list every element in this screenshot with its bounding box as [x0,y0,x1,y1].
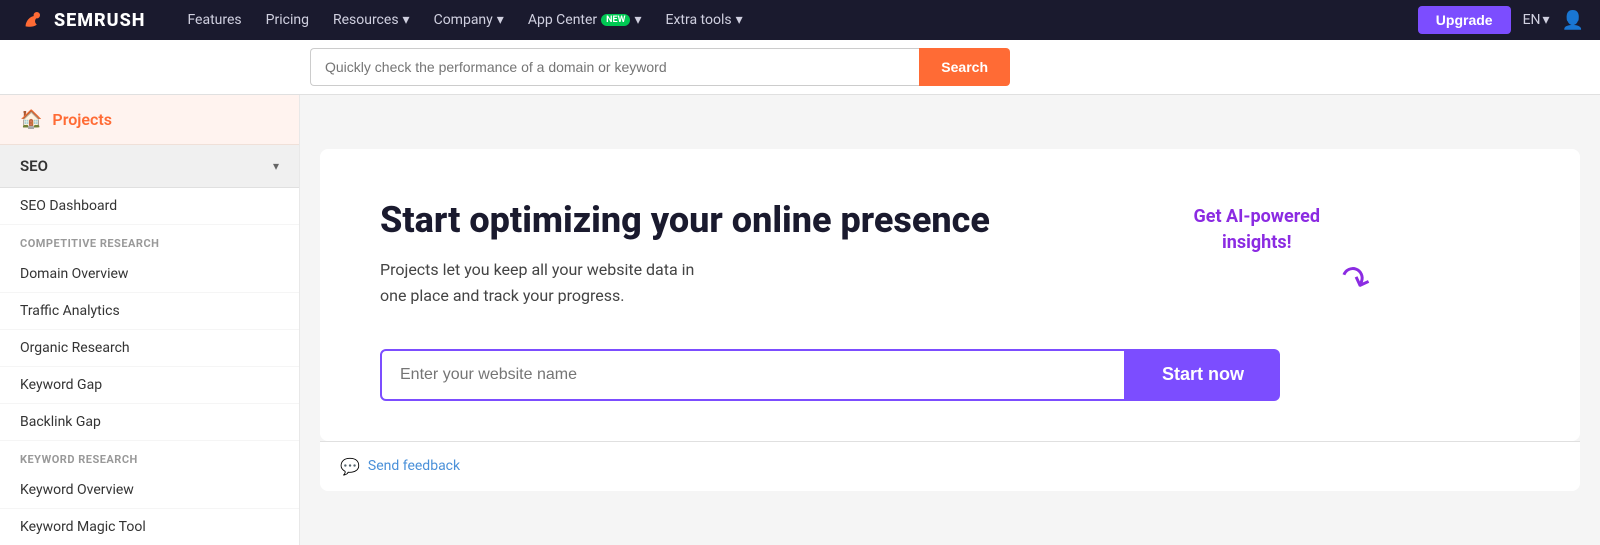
hero-title: Start optimizing your online presence [380,199,1520,241]
sidebar-item-domain-overview[interactable]: Domain Overview [0,256,299,293]
keyword-research-section: KEYWORD RESEARCH [0,441,299,472]
ai-badge: Get AI-powered insights! [1193,204,1320,254]
sidebar-item-backlink-gap[interactable]: Backlink Gap [0,404,299,441]
nav-app-center[interactable]: App Center new ▾ [518,8,652,32]
feedback-icon: 💬 [340,457,360,476]
main-layout: 🏠 Projects SEO ▾ SEO Dashboard COMPETITI… [0,95,1600,545]
hero-input-row: Start now [380,349,1280,401]
hero-description: Projects let you keep all your website d… [380,257,780,308]
nav-features[interactable]: Features [177,8,251,32]
sidebar-seo[interactable]: SEO ▾ [0,145,299,188]
sidebar: 🏠 Projects SEO ▾ SEO Dashboard COMPETITI… [0,95,300,545]
main-content: Start optimizing your online presence Pr… [300,95,1600,545]
search-container: Search [310,48,1010,86]
user-menu-icon[interactable]: 👤 [1562,10,1584,31]
website-input[interactable] [380,349,1126,401]
competitive-research-section: COMPETITIVE RESEARCH [0,225,299,256]
search-button[interactable]: Search [919,48,1010,86]
hero-card: Start optimizing your online presence Pr… [320,149,1580,440]
new-badge: new [601,14,630,26]
feedback-bar: 💬 Send feedback [320,441,1580,491]
sidebar-item-keyword-magic-tool[interactable]: Keyword Magic Tool [0,509,299,545]
ai-arrow-icon: ↷ [1334,256,1377,306]
search-row: Search [0,40,1600,95]
nav-company[interactable]: Company ▾ [424,8,514,32]
nav-pricing[interactable]: Pricing [256,8,319,32]
home-icon: 🏠 [20,109,42,130]
logo-text: SEMRUSH [54,10,145,31]
sidebar-projects[interactable]: 🏠 Projects [0,95,299,145]
logo[interactable]: SEMRUSH [16,4,145,36]
sidebar-item-seo-dashboard[interactable]: SEO Dashboard [0,188,299,225]
start-now-button[interactable]: Start now [1126,349,1280,401]
nav-links: Features Pricing Resources ▾ Company ▾ A… [177,8,1393,32]
sidebar-item-traffic-analytics[interactable]: Traffic Analytics [0,293,299,330]
sidebar-item-keyword-overview[interactable]: Keyword Overview [0,472,299,509]
seo-label: SEO [20,157,48,175]
search-input[interactable] [310,48,919,86]
language-selector[interactable]: EN ▾ [1523,12,1550,28]
top-navigation: SEMRUSH Features Pricing Resources ▾ Com… [0,0,1600,40]
feedback-link[interactable]: Send feedback [368,458,460,474]
sidebar-item-keyword-gap[interactable]: Keyword Gap [0,367,299,404]
seo-chevron-icon: ▾ [273,159,279,173]
projects-label: Projects [52,110,112,129]
upgrade-button[interactable]: Upgrade [1418,6,1511,34]
sidebar-item-organic-research[interactable]: Organic Research [0,330,299,367]
nav-right: Upgrade EN ▾ 👤 [1418,6,1584,34]
nav-resources[interactable]: Resources ▾ [323,8,420,32]
nav-extra-tools[interactable]: Extra tools ▾ [656,8,753,32]
